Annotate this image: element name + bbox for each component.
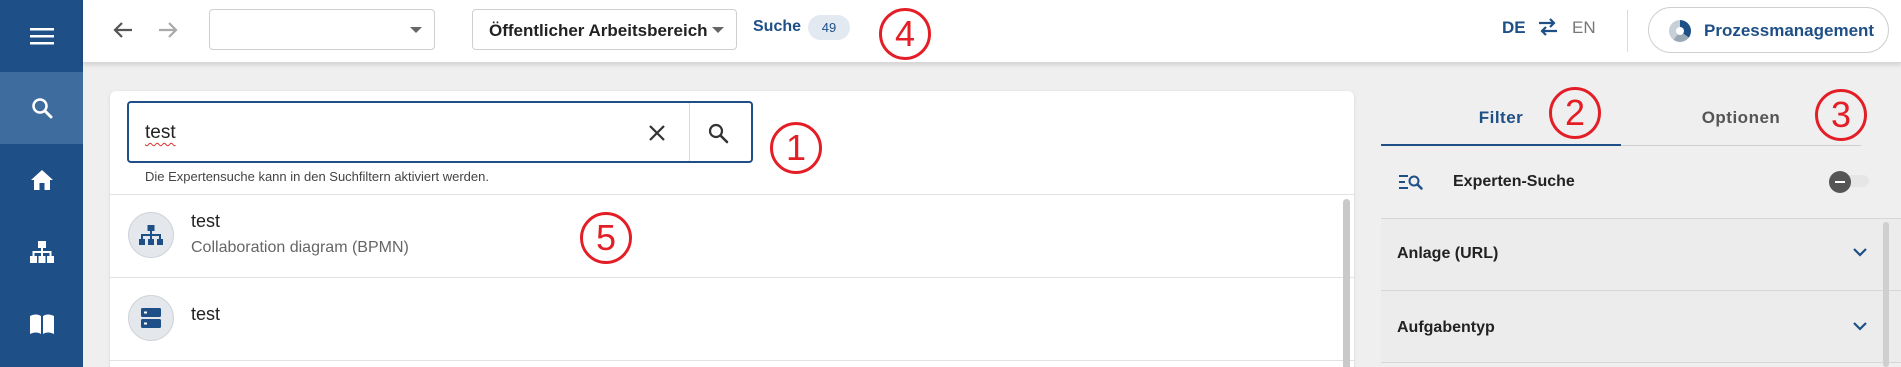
lang-de-button[interactable]: DE [1502, 18, 1526, 38]
workspace-select-value: Öffentlicher Arbeitsbereich [489, 21, 708, 40]
toggle-knob [1829, 171, 1851, 193]
search-tab-label[interactable]: Suche [753, 18, 801, 36]
server-icon [141, 308, 161, 328]
search-input[interactable]: test [145, 122, 176, 144]
search-count-badge: 49 [808, 15, 850, 40]
result-avatar [128, 295, 174, 341]
result-subtitle: Collaboration diagram (BPMN) [191, 239, 409, 256]
hamburger-icon [29, 28, 54, 45]
search-divider [689, 103, 690, 161]
close-icon [649, 125, 665, 141]
arrow-left-icon [113, 22, 132, 38]
row-divider [110, 360, 1354, 361]
lang-en-button[interactable]: EN [1572, 18, 1596, 38]
chevron-down-icon [712, 27, 724, 33]
search-results-card: test Die Expertensuche kann in den Suchf… [110, 91, 1354, 367]
result-item[interactable]: test Collaboration diagram (BPMN) [110, 195, 1354, 277]
filter-row-aufgabentyp[interactable]: Aufgabentyp [1381, 291, 1901, 363]
filter-label: Aufgabentyp [1397, 319, 1495, 336]
swap-icon[interactable] [1537, 17, 1559, 37]
context-select[interactable] [209, 9, 435, 50]
search-field[interactable]: test [127, 101, 753, 163]
arrow-right-icon [159, 22, 178, 38]
annotation-marker-5: 5 [580, 212, 632, 264]
annotation-marker-4: 4 [879, 8, 931, 60]
left-rail [0, 0, 83, 367]
search-icon [708, 123, 729, 144]
annotation-marker-1: 1 [770, 122, 822, 174]
home-nav-button[interactable] [0, 144, 83, 216]
hierarchy-icon [29, 241, 54, 263]
chevron-down-icon [1853, 248, 1867, 257]
result-title: test [191, 211, 221, 231]
expert-search-hint: Die Expertensuche kann in den Suchfilter… [145, 169, 489, 184]
clear-search-button[interactable] [644, 120, 670, 146]
annotation-marker-2: 2 [1549, 87, 1601, 139]
hierarchy-nav-button[interactable] [0, 216, 83, 288]
forward-button[interactable] [152, 14, 184, 46]
book-open-icon [29, 314, 54, 334]
back-button[interactable] [107, 14, 139, 46]
filter-search-icon [1399, 175, 1423, 190]
search-submit-button[interactable] [703, 118, 733, 148]
menu-button[interactable] [0, 0, 83, 72]
result-avatar [128, 212, 174, 258]
app-switch-button[interactable]: Prozessmanagement [1648, 7, 1889, 53]
chevron-down-icon [410, 27, 422, 33]
expert-search-row: Experten-Suche [1381, 147, 1901, 219]
filter-panel-scrollbar[interactable] [1883, 222, 1889, 367]
top-bar: Öffentlicher Arbeitsbereich [83, 0, 1901, 63]
annotation-marker-3: 3 [1815, 89, 1867, 141]
diagram-icon [139, 225, 163, 245]
filter-row-anlage[interactable]: Anlage (URL) [1381, 219, 1901, 291]
result-item[interactable]: test [110, 278, 1354, 360]
chevron-down-icon [1853, 322, 1867, 331]
search-nav-button[interactable] [0, 72, 83, 144]
app-logo-icon [1669, 20, 1691, 42]
app-switch-label: Prozessmanagement [1704, 21, 1875, 40]
result-title: test [191, 304, 221, 324]
book-nav-button[interactable] [0, 288, 83, 360]
expert-search-label: Experten-Suche [1453, 173, 1575, 190]
filter-label: Anlage (URL) [1397, 245, 1499, 262]
home-icon [30, 170, 53, 190]
header-divider [1627, 10, 1628, 52]
workspace-select[interactable]: Öffentlicher Arbeitsbereich [472, 9, 737, 50]
search-icon [31, 98, 52, 119]
expert-search-toggle[interactable] [1829, 171, 1869, 193]
results-scrollbar[interactable] [1343, 199, 1350, 367]
